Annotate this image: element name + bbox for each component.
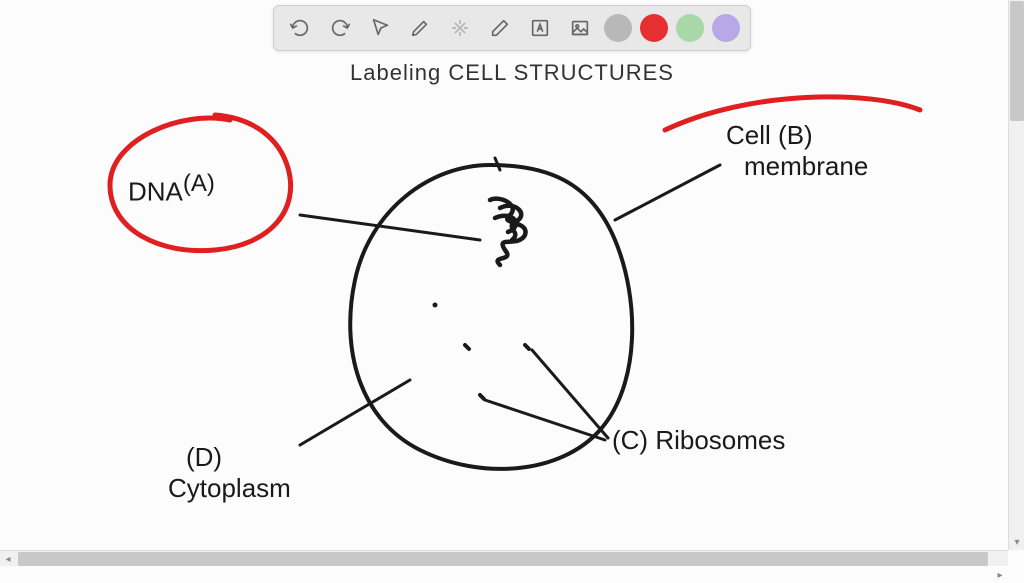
label-a-text: DNA (128, 177, 183, 207)
ribosome-dot-4 (525, 345, 529, 349)
pointer-icon (369, 17, 391, 39)
text-icon (529, 17, 551, 39)
label-b: Cell (B) membrane (726, 120, 868, 182)
eraser-icon (489, 17, 511, 39)
leader-line-a (300, 215, 480, 240)
ribosome-dot-3 (480, 395, 484, 399)
pointer-button[interactable] (364, 12, 396, 44)
scrollbar-right-arrow[interactable]: ▸ (992, 567, 1008, 583)
image-button[interactable] (564, 12, 596, 44)
label-d: (D) Cytoplasm (168, 442, 291, 504)
scrollbar-down-arrow[interactable]: ▾ (1009, 534, 1024, 550)
redo-icon (329, 17, 351, 39)
ribosome-dot-2 (465, 345, 469, 349)
redo-button[interactable] (324, 12, 356, 44)
label-a: DNA(A) (128, 170, 215, 208)
pen-button[interactable] (404, 12, 436, 44)
label-b-letter: (B) (778, 120, 813, 150)
leader-line-c1 (485, 400, 605, 440)
tools-button[interactable] (444, 12, 476, 44)
label-c-letter: (C) (612, 425, 648, 455)
vertical-scrollbar-thumb[interactable] (1010, 1, 1024, 121)
label-d-letter: (D) (186, 442, 222, 472)
leader-line-d (300, 380, 410, 445)
label-c: (C) Ribosomes (612, 425, 785, 456)
toolbar (273, 5, 751, 51)
horizontal-scrollbar[interactable]: ◂ ▸ (0, 550, 1008, 566)
label-d-text: Cytoplasm (168, 473, 291, 503)
text-button[interactable] (524, 12, 556, 44)
label-b-line1: Cell (726, 120, 771, 150)
color-green[interactable] (676, 14, 704, 42)
ribosome-dot-1 (433, 303, 438, 308)
cell-top-mark (495, 158, 500, 170)
horizontal-scrollbar-thumb[interactable] (18, 552, 988, 566)
dna-scribble (490, 199, 526, 265)
color-purple[interactable] (712, 14, 740, 42)
pen-icon (409, 17, 431, 39)
image-icon (569, 17, 591, 39)
label-a-letter: (A) (183, 170, 215, 197)
color-gray[interactable] (604, 14, 632, 42)
tools-icon (449, 17, 471, 39)
vertical-scrollbar[interactable]: ▾ (1008, 0, 1024, 550)
page-title: Labeling CELL STRUCTURES (350, 60, 674, 86)
undo-button[interactable] (284, 12, 316, 44)
color-red[interactable] (640, 14, 668, 42)
label-c-text: Ribosomes (655, 425, 785, 455)
scrollbar-left-arrow[interactable]: ◂ (0, 551, 16, 567)
label-b-line2: membrane (744, 151, 868, 181)
cell-outline (350, 165, 632, 469)
leader-line-b (615, 165, 720, 220)
eraser-button[interactable] (484, 12, 516, 44)
leader-line-c2 (532, 350, 608, 438)
undo-icon (289, 17, 311, 39)
